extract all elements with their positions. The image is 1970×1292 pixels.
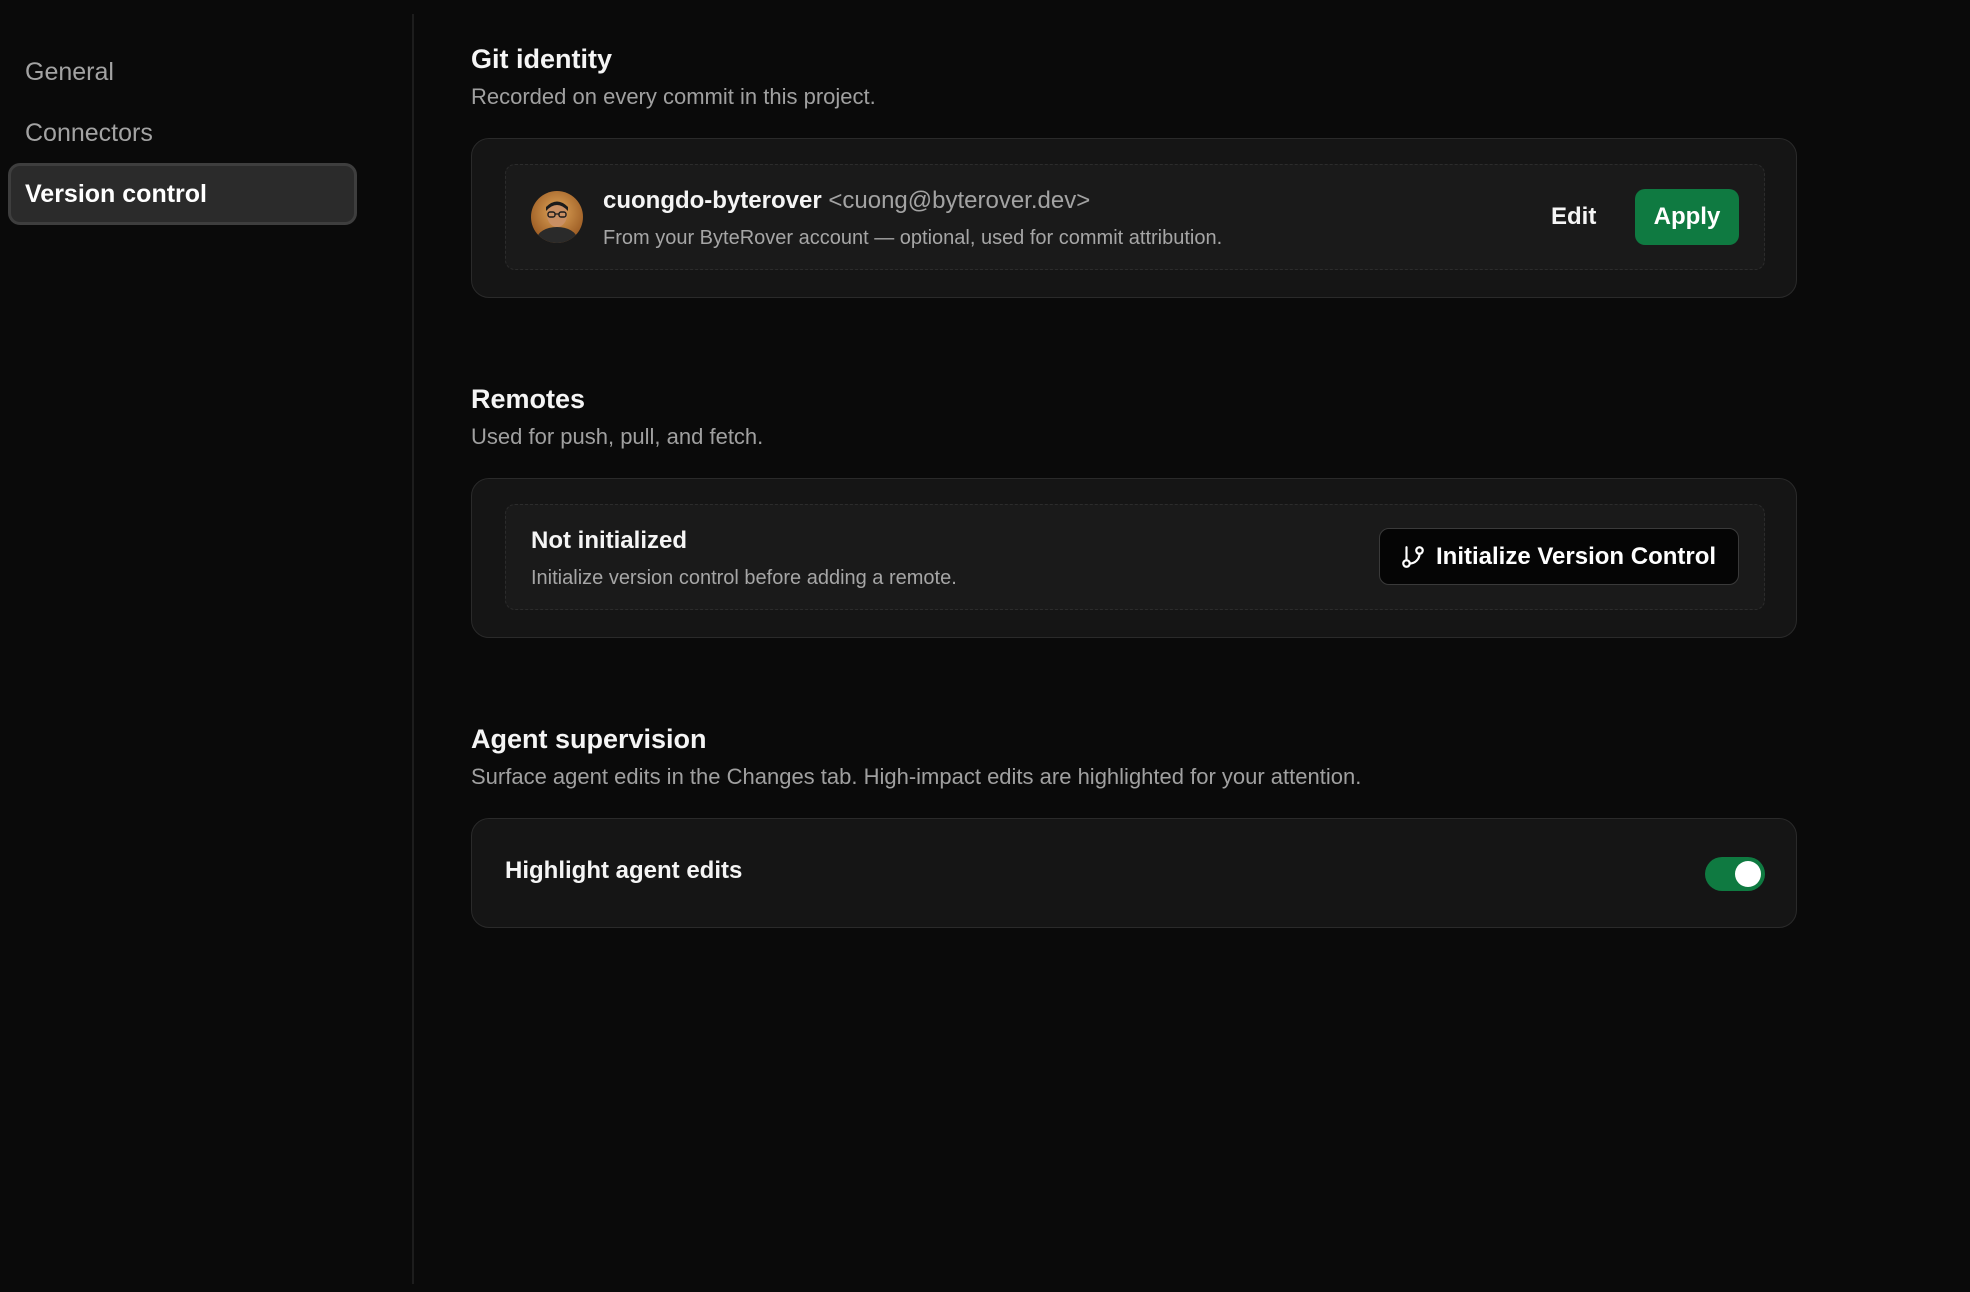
sidebar-item-label: Version control bbox=[25, 179, 207, 208]
sidebar-item-general[interactable]: General bbox=[8, 41, 357, 103]
avatar bbox=[531, 191, 583, 243]
git-identity-description: Recorded on every commit in this project… bbox=[471, 84, 876, 109]
agent-supervision-description: Surface agent edits in the Changes tab. … bbox=[471, 764, 1362, 789]
remotes-row: Not initialized Initialize version contr… bbox=[505, 504, 1765, 610]
avatar-icon bbox=[531, 191, 583, 243]
settings-sidebar: General Connectors Version control bbox=[0, 0, 413, 1292]
remotes-status-subtext: Initialize version control before adding… bbox=[531, 567, 957, 589]
initialize-button-label: Initialize Version Control bbox=[1436, 542, 1717, 570]
identity-subtext: From your ByteRover account — optional, … bbox=[603, 227, 1223, 249]
git-identity-row: cuongdo-byterover <cuong@byterover.dev> … bbox=[505, 164, 1765, 270]
identity-name: cuongdo-byterover bbox=[603, 187, 822, 214]
highlight-agent-edits-toggle[interactable] bbox=[1705, 857, 1765, 891]
agent-supervision-card: Highlight agent edits bbox=[471, 818, 1797, 928]
git-identity-card: cuongdo-byterover <cuong@byterover.dev> … bbox=[471, 138, 1797, 298]
sidebar-item-label: Connectors bbox=[25, 118, 153, 147]
remotes-description: Used for push, pull, and fetch. bbox=[471, 424, 764, 449]
sidebar-item-version-control[interactable]: Version control bbox=[8, 163, 357, 225]
sidebar-divider bbox=[412, 14, 414, 1284]
identity-user: cuongdo-byterover <cuong@byterover.dev> bbox=[603, 187, 1090, 215]
remotes-card: Not initialized Initialize version contr… bbox=[471, 478, 1797, 638]
sidebar-item-connectors[interactable]: Connectors bbox=[8, 102, 357, 164]
settings-app: General Connectors Version control Git i… bbox=[0, 0, 1970, 1292]
remotes-status-title: Not initialized bbox=[531, 527, 687, 554]
identity-email: <cuong@byterover.dev> bbox=[828, 187, 1091, 214]
toggle-knob bbox=[1735, 861, 1761, 887]
edit-button[interactable]: Edit bbox=[1541, 195, 1606, 239]
remotes-title: Remotes bbox=[471, 384, 586, 414]
highlight-agent-edits-label: Highlight agent edits bbox=[505, 857, 743, 884]
sidebar-item-label: General bbox=[25, 57, 114, 86]
git-branch-icon bbox=[1402, 545, 1424, 568]
apply-button[interactable]: Apply bbox=[1635, 189, 1739, 245]
initialize-version-control-button[interactable]: Initialize Version Control bbox=[1379, 528, 1739, 585]
git-identity-title: Git identity bbox=[471, 44, 612, 74]
agent-supervision-title: Agent supervision bbox=[471, 724, 707, 754]
